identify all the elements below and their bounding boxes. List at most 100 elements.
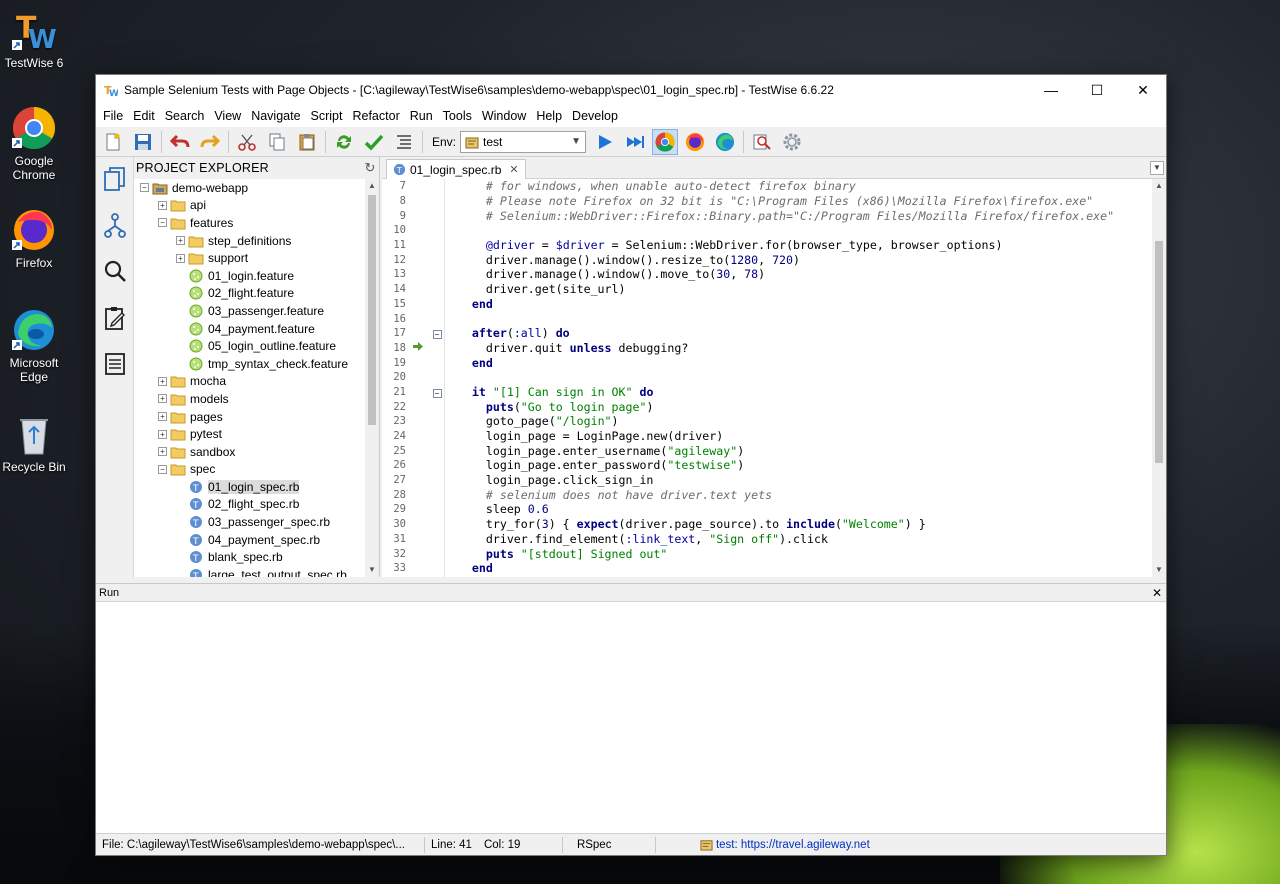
close-tab-icon[interactable]: ✕ [509, 163, 518, 176]
menu-develop[interactable]: Develop [567, 109, 623, 123]
expand-icon[interactable]: + [176, 253, 185, 263]
scroll-thumb[interactable] [368, 195, 376, 425]
expand-icon[interactable]: + [158, 376, 167, 386]
code-line[interactable]: 24 login_page = LoginPage.new(driver) [382, 429, 1152, 444]
cut-button[interactable] [234, 129, 260, 155]
maximize-button[interactable]: ☐ [1074, 75, 1120, 105]
fold-toggle-icon[interactable]: − [430, 326, 444, 340]
tree-item[interactable]: + step_definitions [134, 232, 365, 250]
env-select[interactable]: test ▼ [460, 130, 587, 153]
run-to-line-button[interactable] [622, 129, 648, 155]
menu-search[interactable]: Search [160, 109, 210, 123]
browser-edge-toggle[interactable] [712, 129, 738, 155]
scroll-up-icon[interactable]: ▲ [1152, 179, 1166, 193]
code-line[interactable]: 15 end [382, 297, 1152, 312]
scroll-down-icon[interactable]: ▼ [365, 563, 379, 577]
menu-help[interactable]: Help [531, 109, 567, 123]
menu-edit[interactable]: Edit [128, 109, 160, 123]
code-line[interactable]: 10 [382, 223, 1152, 238]
close-run-panel-icon[interactable]: ✕ [1148, 586, 1166, 600]
tree-item[interactable]: 02_flight.feature [134, 285, 365, 303]
code-line[interactable]: 14 driver.get(site_url) [382, 282, 1152, 297]
browser-chrome-toggle[interactable] [652, 128, 679, 155]
code-line[interactable]: 18 driver.quit unless debugging? [382, 341, 1152, 356]
tree-item[interactable]: + pytest [134, 425, 365, 443]
code-line[interactable]: 21 − it "[1] Can sign in OK" do [382, 385, 1152, 400]
menu-run[interactable]: Run [405, 109, 438, 123]
desktop-icon-testwise[interactable]: T W TestWise 6 [2, 8, 66, 70]
files-view-button[interactable] [96, 157, 134, 203]
new-file-button[interactable] [100, 129, 126, 155]
code-line[interactable]: 20 [382, 370, 1152, 385]
tree-item[interactable]: tmp_syntax_check.feature [134, 355, 365, 373]
code-line[interactable]: 11 @driver = $driver = Selenium::WebDriv… [382, 238, 1152, 253]
collapse-icon[interactable]: − [158, 218, 167, 228]
tree-item[interactable]: T 01_login_spec.rb [134, 478, 365, 496]
scroll-down-icon[interactable]: ▼ [1152, 563, 1166, 577]
tab-01-login-spec[interactable]: T 01_login_spec.rb ✕ [386, 159, 526, 179]
tree-item[interactable]: Tblank_spec.rb [134, 548, 365, 566]
menu-window[interactable]: Window [477, 109, 531, 123]
code-line[interactable]: 30 try_for(3) { expect(driver.page_sourc… [382, 517, 1152, 532]
recorder-view-button[interactable] [96, 295, 134, 341]
check-syntax-button[interactable] [361, 129, 387, 155]
code-line[interactable]: 29 sleep 0.6 [382, 502, 1152, 517]
desktop-icon-chrome[interactable]: Google Chrome [2, 106, 66, 182]
tree-item[interactable]: + models [134, 390, 365, 408]
tree-item[interactable]: + pages [134, 408, 365, 426]
code-editor[interactable]: 7 # for windows, when unable auto-detect… [382, 179, 1152, 577]
copy-button[interactable] [264, 129, 290, 155]
tree-item[interactable]: − demo-webapp [134, 179, 365, 197]
browser-firefox-toggle[interactable] [682, 129, 708, 155]
scroll-thumb[interactable] [1155, 241, 1163, 463]
code-line[interactable]: 13 driver.manage().window().move_to(30, … [382, 267, 1152, 282]
menu-refactor[interactable]: Refactor [347, 109, 404, 123]
desktop-icon-edge[interactable]: Microsoft Edge [2, 308, 66, 384]
structure-view-button[interactable] [96, 203, 134, 249]
tree-item[interactable]: + sandbox [134, 443, 365, 461]
tree-item[interactable]: + support [134, 249, 365, 267]
code-line[interactable]: 23 goto_page("/login") [382, 414, 1152, 429]
desktop-icon-firefox[interactable]: Firefox [2, 208, 66, 270]
expand-icon[interactable]: + [176, 236, 185, 246]
inspect-button[interactable] [749, 129, 775, 155]
menu-view[interactable]: View [209, 109, 246, 123]
editor-scrollbar[interactable]: ▲ ▼ [1152, 179, 1166, 577]
code-line[interactable]: 22 puts("Go to login page") [382, 399, 1152, 414]
tree-item[interactable]: 04_payment.feature [134, 320, 365, 338]
tree-item[interactable]: 01_login.feature [134, 267, 365, 285]
format-button[interactable] [391, 129, 417, 155]
explorer-scrollbar[interactable]: ▲ ▼ [365, 179, 379, 577]
menu-file[interactable]: File [98, 109, 128, 123]
run-test-button[interactable] [592, 129, 618, 155]
code-line[interactable]: 9 # Selenium::WebDriver::Firefox::Binary… [382, 208, 1152, 223]
close-window-button[interactable]: ✕ [1120, 75, 1166, 105]
tree-item[interactable]: − spec [134, 461, 365, 479]
tree-item[interactable]: T 03_passenger_spec.rb [134, 513, 365, 531]
code-line[interactable]: 28 # selenium does not have driver.text … [382, 487, 1152, 502]
code-line[interactable]: 26 login_page.enter_password("testwise") [382, 458, 1152, 473]
tree-item[interactable]: T 02_flight_spec.rb [134, 496, 365, 514]
redo-button[interactable] [197, 129, 223, 155]
status-env-link[interactable]: test: https://travel.agileway.net [713, 839, 876, 851]
settings-button[interactable] [779, 129, 805, 155]
paste-button[interactable] [294, 129, 320, 155]
code-line[interactable]: 12 driver.manage().window().resize_to(12… [382, 252, 1152, 267]
collapse-icon[interactable]: − [140, 183, 149, 193]
tree-item[interactable]: 05_login_outline.feature [134, 337, 365, 355]
collapse-icon[interactable]: − [158, 464, 167, 474]
output-view-button[interactable] [96, 341, 134, 387]
tree-item[interactable]: Tlarge_test_output_spec.rb [134, 566, 365, 577]
menu-navigate[interactable]: Navigate [246, 109, 305, 123]
code-line[interactable]: 7 # for windows, when unable auto-detect… [382, 179, 1152, 194]
save-button[interactable] [130, 129, 156, 155]
expand-icon[interactable]: + [158, 429, 167, 439]
code-line[interactable]: 31 driver.find_element(:link_text, "Sign… [382, 532, 1152, 547]
scroll-up-icon[interactable]: ▲ [365, 179, 379, 193]
menu-script[interactable]: Script [306, 109, 348, 123]
search-view-button[interactable] [96, 249, 134, 295]
tree-item[interactable]: 03_passenger.feature [134, 302, 365, 320]
tree-item[interactable]: − features [134, 214, 365, 232]
minimize-button[interactable]: — [1028, 75, 1074, 105]
code-line[interactable]: 33 end [382, 561, 1152, 576]
